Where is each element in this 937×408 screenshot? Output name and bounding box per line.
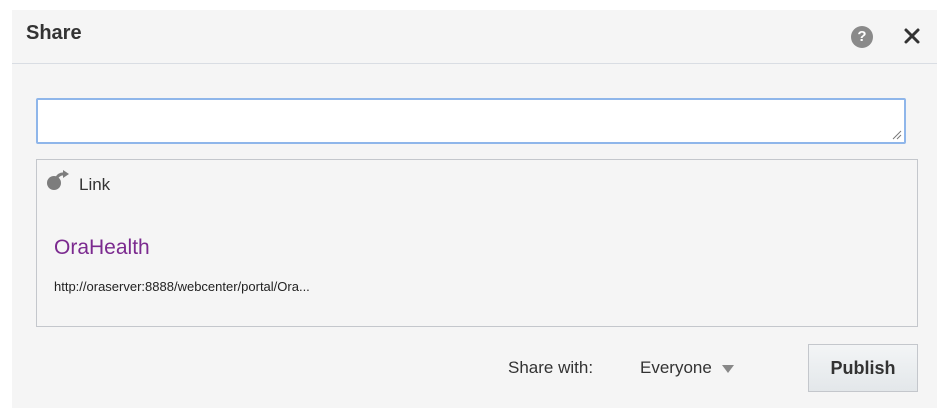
help-icon[interactable]: ? bbox=[851, 26, 873, 48]
close-icon[interactable] bbox=[900, 24, 924, 48]
share-dialog: Share ? Link OraHealth http://oraserver:… bbox=[12, 10, 937, 408]
dialog-header: Share ? bbox=[12, 10, 937, 64]
dialog-body: Link OraHealth http://oraserver:8888/web… bbox=[12, 64, 937, 408]
link-url: http://oraserver:8888/webcenter/portal/O… bbox=[54, 279, 310, 294]
share-with-value: Everyone bbox=[640, 358, 712, 377]
message-input[interactable] bbox=[36, 98, 906, 144]
share-link-icon bbox=[47, 170, 69, 190]
link-label: Link bbox=[79, 175, 111, 194]
resize-grip-icon[interactable] bbox=[892, 130, 902, 140]
publish-button[interactable]: Publish bbox=[808, 344, 918, 392]
link-preview-card: Link OraHealth http://oraserver:8888/web… bbox=[36, 159, 918, 327]
dialog-title: Share bbox=[26, 22, 82, 44]
link-title[interactable]: OraHealth bbox=[54, 236, 150, 260]
share-with-label: Share with: bbox=[508, 358, 594, 377]
share-with-select[interactable]: Everyone bbox=[640, 358, 734, 378]
chevron-down-icon bbox=[721, 364, 734, 373]
